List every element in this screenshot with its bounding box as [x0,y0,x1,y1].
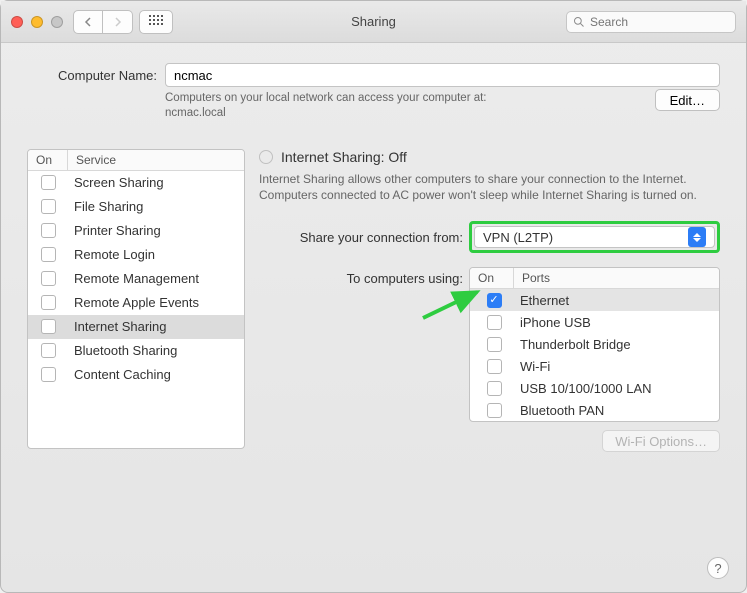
service-label: Internet Sharing [68,319,244,334]
port-label: Ethernet [514,293,715,308]
services-col-on: On [28,150,68,170]
ports-col-on: On [470,268,514,288]
port-checkbox[interactable] [487,315,502,330]
back-button[interactable] [73,10,103,34]
service-row[interactable]: Bluetooth Sharing [28,339,244,363]
service-checkbox[interactable] [41,367,56,382]
port-row[interactable]: iPhone USB [470,311,719,333]
chevron-left-icon [84,17,92,27]
internet-sharing-indicator-icon [259,150,273,164]
port-row[interactable]: Bluetooth PAN [470,399,719,421]
port-checkbox[interactable] [487,337,502,352]
wifi-options-button: Wi-Fi Options… [602,430,720,452]
service-checkbox[interactable] [41,295,56,310]
port-row[interactable]: USB 10/100/1000 LAN [470,377,719,399]
service-label: Content Caching [68,367,244,382]
ports-col-name: Ports [514,268,719,288]
computer-name-help: Computers on your local network can acce… [165,91,720,121]
port-label: Bluetooth PAN [514,403,715,418]
help-button[interactable]: ? [707,557,729,579]
service-label: Remote Apple Events [68,295,244,310]
service-row[interactable]: Printer Sharing [28,219,244,243]
computer-name-field[interactable] [165,63,720,87]
service-checkbox[interactable] [41,223,56,238]
services-col-service: Service [68,150,244,170]
port-checkbox[interactable] [487,293,502,308]
computer-name-label: Computer Name: [27,68,157,83]
content-area: Computer Name: Computers on your local n… [1,43,746,592]
ports-list: On Ports Ethernet iPhone USB Thunderbolt B… [469,267,720,422]
share-from-value: VPN (L2TP) [483,230,553,245]
to-computers-label: To computers using: [259,267,469,452]
port-row[interactable]: Ethernet [470,289,719,311]
sharing-prefpane-window: Sharing Computer Name: Computers on your… [0,0,747,593]
port-checkbox[interactable] [487,381,502,396]
internet-sharing-title: Internet Sharing: Off [281,149,407,165]
highlight-box-annotation: VPN (L2TP) [469,221,720,253]
port-row[interactable]: Thunderbolt Bridge [470,333,719,355]
service-row[interactable]: Remote Management [28,267,244,291]
chevron-right-icon [114,17,122,27]
port-label: Wi-Fi [514,359,715,374]
share-from-popup[interactable]: VPN (L2TP) [474,226,715,248]
ports-header: On Ports [470,268,719,289]
port-label: Thunderbolt Bridge [514,337,715,352]
grid-icon [149,15,163,29]
port-checkbox[interactable] [487,403,502,418]
service-checkbox[interactable] [41,271,56,286]
service-label: Remote Login [68,247,244,262]
popup-stepper-icon [688,227,706,247]
port-label: iPhone USB [514,315,715,330]
service-row[interactable]: Remote Login [28,243,244,267]
service-label: Screen Sharing [68,175,244,190]
zoom-window-button[interactable] [51,16,63,28]
service-label: Printer Sharing [68,223,244,238]
service-checkbox[interactable] [41,175,56,190]
search-icon [573,16,585,28]
services-list: On Service Screen Sharing File Sharing Pri… [27,149,245,449]
service-checkbox[interactable] [41,247,56,262]
port-label: USB 10/100/1000 LAN [514,381,715,396]
forward-button[interactable] [103,10,133,34]
service-label: Remote Management [68,271,244,286]
search-field[interactable] [566,11,736,33]
service-checkbox[interactable] [41,319,56,334]
internet-sharing-description: Internet Sharing allows other computers … [259,171,720,203]
services-header: On Service [28,150,244,171]
search-input[interactable] [590,15,729,29]
service-row[interactable]: Internet Sharing [28,315,244,339]
nav-buttons [73,10,133,34]
service-row[interactable]: Content Caching [28,363,244,387]
service-checkbox[interactable] [41,343,56,358]
edit-hostname-button[interactable]: Edit… [655,89,720,111]
service-label: Bluetooth Sharing [68,343,244,358]
service-label: File Sharing [68,199,244,214]
minimize-window-button[interactable] [31,16,43,28]
service-row[interactable]: Remote Apple Events [28,291,244,315]
port-row[interactable]: Wi-Fi [470,355,719,377]
share-from-label: Share your connection from: [259,230,469,245]
traffic-lights [11,16,63,28]
service-row[interactable]: Screen Sharing [28,171,244,195]
show-all-prefs-button[interactable] [139,10,173,34]
port-checkbox[interactable] [487,359,502,374]
service-detail: Internet Sharing: Off Internet Sharing a… [259,149,720,582]
service-checkbox[interactable] [41,199,56,214]
close-window-button[interactable] [11,16,23,28]
titlebar: Sharing [1,1,746,43]
service-row[interactable]: File Sharing [28,195,244,219]
